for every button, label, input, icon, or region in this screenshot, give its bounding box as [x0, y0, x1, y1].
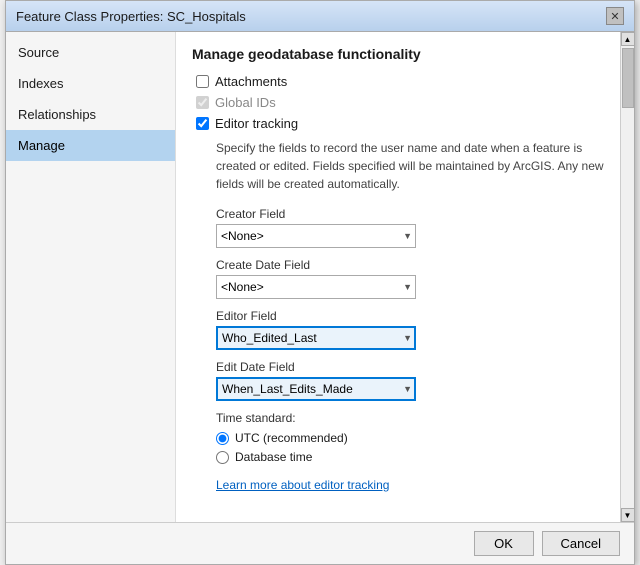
global-ids-checkbox[interactable] — [196, 96, 209, 109]
cancel-button[interactable]: Cancel — [542, 531, 620, 556]
database-time-radio[interactable] — [216, 451, 229, 464]
editor-field-group: Editor Field Who_Edited_Last — [192, 309, 618, 350]
ok-button[interactable]: OK — [474, 531, 534, 556]
sidebar-item-indexes[interactable]: Indexes — [6, 68, 175, 99]
attachments-checkbox[interactable] — [196, 75, 209, 88]
attachments-row: Attachments — [192, 74, 618, 89]
editor-field-select[interactable]: Who_Edited_Last — [216, 326, 416, 350]
content-title: Manage geodatabase functionality — [192, 46, 618, 62]
global-ids-label: Global IDs — [215, 95, 276, 110]
time-standard-section: Time standard: UTC (recommended) Databas… — [192, 411, 618, 464]
time-standard-label: Time standard: — [216, 411, 618, 425]
edit-date-field-group: Edit Date Field When_Last_Edits_Made — [192, 360, 618, 401]
edit-date-field-wrapper: When_Last_Edits_Made — [216, 377, 416, 401]
create-date-field-wrapper: <None> — [216, 275, 416, 299]
scrollbar-down-arrow[interactable]: ▼ — [621, 508, 635, 522]
database-time-radio-row: Database time — [216, 450, 618, 464]
sidebar-item-manage[interactable]: Manage — [6, 130, 175, 161]
editor-tracking-label: Editor tracking — [215, 116, 298, 131]
editor-tracking-checkbox[interactable] — [196, 117, 209, 130]
scrollbar-up-arrow[interactable]: ▲ — [621, 32, 635, 46]
close-button[interactable]: ✕ — [606, 7, 624, 25]
dialog-body: Source Indexes Relationships Manage Mana… — [6, 32, 634, 522]
utc-radio[interactable] — [216, 432, 229, 445]
editor-tracking-description: Specify the fields to record the user na… — [216, 139, 618, 193]
creator-field-group: Creator Field <None> — [192, 207, 618, 248]
edit-date-field-select[interactable]: When_Last_Edits_Made — [216, 377, 416, 401]
scrollbar-track: ▲ ▼ — [620, 32, 634, 522]
dialog-footer: OK Cancel — [6, 522, 634, 564]
feature-class-properties-dialog: Feature Class Properties: SC_Hospitals ✕… — [5, 0, 635, 565]
attachments-label: Attachments — [215, 74, 287, 89]
sidebar: Source Indexes Relationships Manage — [6, 32, 176, 522]
dialog-title: Feature Class Properties: SC_Hospitals — [16, 9, 246, 24]
creator-field-wrapper: <None> — [216, 224, 416, 248]
create-date-field-group: Create Date Field <None> — [192, 258, 618, 299]
creator-field-select[interactable]: <None> — [216, 224, 416, 248]
creator-field-label: Creator Field — [216, 207, 618, 221]
edit-date-field-label: Edit Date Field — [216, 360, 618, 374]
editor-field-label: Editor Field — [216, 309, 618, 323]
editor-field-wrapper: Who_Edited_Last — [216, 326, 416, 350]
title-bar: Feature Class Properties: SC_Hospitals ✕ — [6, 1, 634, 32]
scrollbar-thumb[interactable] — [622, 48, 634, 108]
editor-tracking-row: Editor tracking — [192, 116, 618, 131]
content-wrapper: Manage geodatabase functionality Attachm… — [176, 32, 634, 522]
database-time-label: Database time — [235, 450, 312, 464]
global-ids-row: Global IDs — [192, 95, 618, 110]
content-area: Manage geodatabase functionality Attachm… — [176, 32, 634, 506]
sidebar-item-source[interactable]: Source — [6, 37, 175, 68]
create-date-field-select[interactable]: <None> — [216, 275, 416, 299]
sidebar-item-relationships[interactable]: Relationships — [6, 99, 175, 130]
learn-more-link[interactable]: Learn more about editor tracking — [192, 478, 618, 492]
create-date-field-label: Create Date Field — [216, 258, 618, 272]
utc-radio-row: UTC (recommended) — [216, 431, 618, 445]
utc-label: UTC (recommended) — [235, 431, 348, 445]
